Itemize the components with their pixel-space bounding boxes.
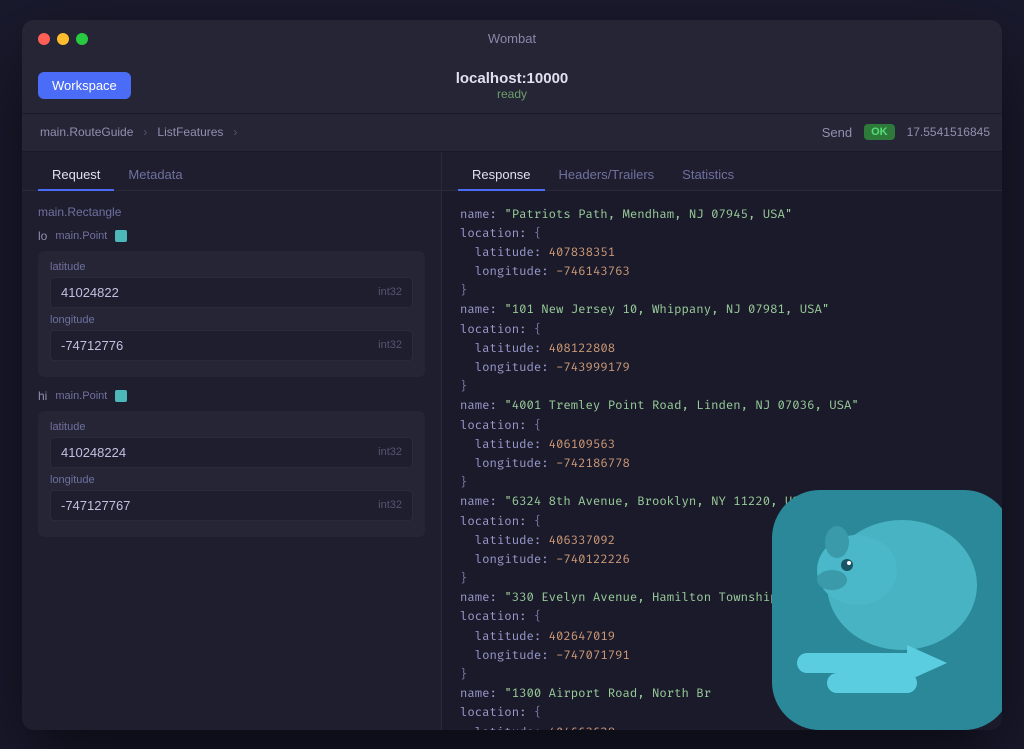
route-item[interactable]: main.RouteGuide: [34, 122, 139, 142]
response-body[interactable]: name: "Patriots Path, Mendham, NJ 07945,…: [442, 191, 1002, 730]
maximize-button[interactable]: [76, 33, 88, 45]
lo-type: main.Point: [55, 230, 107, 242]
lo-lon-value: -74712776: [61, 338, 123, 353]
hi-lat-type: int32: [378, 446, 402, 458]
host-label: localhost:10000: [456, 70, 569, 87]
hi-key: hi: [38, 389, 47, 403]
hi-lat-value: 410248224: [61, 445, 126, 460]
tab-request[interactable]: Request: [38, 160, 114, 191]
hi-lat-field[interactable]: 410248224 int32: [50, 437, 413, 468]
title-bar: Wombat: [22, 20, 1002, 58]
lo-lon-field[interactable]: -74712776 int32: [50, 330, 413, 361]
left-panel: Request Metadata main.Rectangle lo main.…: [22, 152, 442, 730]
hi-lon-value: -747127767: [61, 498, 130, 513]
hi-lon-type: int32: [378, 499, 402, 511]
timer-text: 17.5541516845: [907, 125, 990, 139]
lo-lat-value: 41024822: [61, 285, 119, 300]
close-button[interactable]: [38, 33, 50, 45]
lo-lat-field[interactable]: 41024822 int32: [50, 277, 413, 308]
status-badge: OK: [864, 124, 895, 140]
lo-fields: latitude 41024822 int32 longitude -74712…: [38, 251, 425, 377]
app-window: Wombat Workspace localhost:10000 ready m…: [22, 20, 1002, 730]
minimize-button[interactable]: [57, 33, 69, 45]
lo-lat-type: int32: [378, 286, 402, 298]
toolbar: Workspace localhost:10000 ready: [22, 58, 1002, 114]
hi-lon-field[interactable]: -747127767 int32: [50, 490, 413, 521]
lo-group: lo main.Point latitude 41024822 int32 lo…: [38, 229, 425, 377]
nav-bar: main.RouteGuide › ListFeatures › Send OK…: [22, 114, 1002, 152]
window-title: Wombat: [488, 31, 536, 46]
hi-type: main.Point: [55, 390, 107, 402]
hi-lon-label: longitude: [50, 474, 413, 486]
hi-fields: latitude 410248224 int32 longitude -7471…: [38, 411, 425, 537]
lo-color-dot: [115, 230, 127, 242]
send-button[interactable]: Send: [814, 121, 860, 144]
method-item[interactable]: ListFeatures: [151, 122, 229, 142]
nav-separator-1: ›: [143, 125, 147, 139]
right-panel: Response Headers/Trailers Statistics nam…: [442, 152, 1002, 730]
hi-header: hi main.Point: [38, 389, 425, 403]
section-label: main.Rectangle: [38, 205, 425, 219]
response-tabs: Response Headers/Trailers Statistics: [442, 152, 1002, 191]
hi-lat-label: latitude: [50, 421, 413, 433]
lo-lon-label: longitude: [50, 314, 413, 326]
connection-info: localhost:10000 ready: [456, 70, 569, 101]
lo-header: lo main.Point: [38, 229, 425, 243]
panel-tabs: Request Metadata: [22, 152, 441, 191]
tab-headers[interactable]: Headers/Trailers: [545, 160, 669, 191]
hi-color-dot: [115, 390, 127, 402]
main-content: Request Metadata main.Rectangle lo main.…: [22, 152, 1002, 730]
panel-body: main.Rectangle lo main.Point latitude 41…: [22, 191, 441, 730]
lo-key: lo: [38, 229, 47, 243]
traffic-lights: [38, 33, 88, 45]
tab-response[interactable]: Response: [458, 160, 545, 191]
lo-lat-label: latitude: [50, 261, 413, 273]
nav-separator-2: ›: [233, 125, 237, 139]
tab-metadata[interactable]: Metadata: [114, 160, 196, 191]
hi-group: hi main.Point latitude 410248224 int32 l…: [38, 389, 425, 537]
lo-lon-type: int32: [378, 339, 402, 351]
workspace-button[interactable]: Workspace: [38, 72, 131, 99]
status-label: ready: [497, 87, 527, 101]
tab-statistics[interactable]: Statistics: [668, 160, 748, 191]
